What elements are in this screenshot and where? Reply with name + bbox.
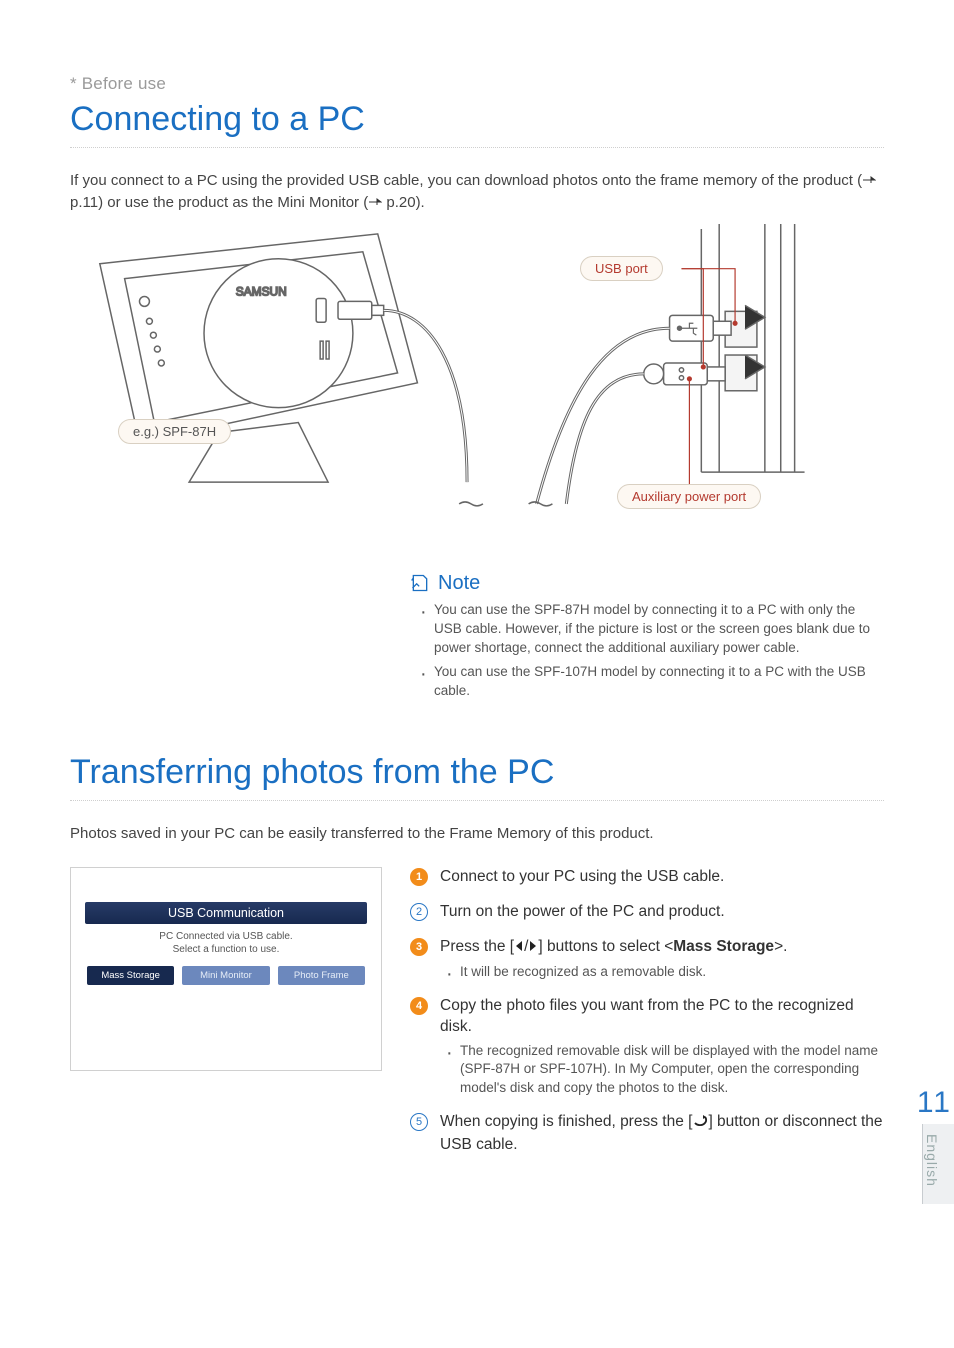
- photo-frame-button[interactable]: Photo Frame: [278, 966, 365, 985]
- mass-storage-button[interactable]: Mass Storage: [87, 966, 174, 985]
- usb-dialog-screenshot: USB Communication PC Connected via USB c…: [70, 867, 382, 1170]
- intro-part-b: p.11) or use the product as the Mini Mon…: [70, 194, 368, 211]
- note-block: Note You can use the SPF-87H model by co…: [410, 572, 884, 701]
- brand-text: SAMSUN: [236, 284, 287, 298]
- diagram-svg: SAMSUN: [70, 224, 884, 562]
- pointer-icon: [862, 170, 876, 192]
- back-return-icon: [692, 1114, 708, 1135]
- step-title: Turn on the power of the PC and product.: [440, 902, 725, 923]
- step-subtext: It will be recognized as a removable dis…: [460, 963, 787, 982]
- step-number: 1: [410, 868, 428, 886]
- step-title: Copy the photo files you want from the P…: [440, 996, 884, 1038]
- manual-page: * Before use Connecting to a PC If you c…: [0, 0, 954, 1348]
- heading-connecting: Connecting to a PC: [70, 100, 884, 139]
- step-number: 5: [410, 1113, 428, 1131]
- connection-diagram: SAMSUN: [70, 224, 884, 564]
- usb-dialog-msg-line: Select a function to use.: [81, 943, 371, 956]
- label-usb-port: USB port: [580, 256, 663, 281]
- mini-monitor-button[interactable]: Mini Monitor: [182, 966, 269, 985]
- step-title: Connect to your PC using the USB cable.: [440, 867, 724, 888]
- usb-dialog-buttons: Mass Storage Mini Monitor Photo Frame: [81, 966, 371, 985]
- step-5: 5 When copying is finished, press the []…: [410, 1112, 884, 1156]
- step-number: 3: [410, 938, 428, 956]
- steps-list: 1 Connect to your PC using the USB cable…: [410, 867, 884, 1170]
- step-subtext: The recognized removable disk will be di…: [460, 1042, 884, 1099]
- divider: [70, 147, 884, 148]
- note-item: You can use the SPF-87H model by connect…: [424, 601, 884, 658]
- step-number: 2: [410, 903, 428, 921]
- intro-text-2: Photos saved in your PC can be easily tr…: [70, 823, 884, 845]
- usb-dialog-message: PC Connected via USB cable. Select a fun…: [81, 930, 371, 956]
- step-1: 1 Connect to your PC using the USB cable…: [410, 867, 884, 888]
- step-text: When copying is finished, press the [: [440, 1113, 692, 1130]
- note-heading: Note: [410, 572, 884, 595]
- step-4: 4 Copy the photo files you want from the…: [410, 996, 884, 1099]
- language-label: English: [924, 1134, 940, 1187]
- step-2: 2 Turn on the power of the PC and produc…: [410, 902, 884, 923]
- step-text: Press the [: [440, 938, 514, 955]
- step-number: 4: [410, 997, 428, 1015]
- right-arrow-icon: [528, 938, 538, 959]
- usb-dialog-frame: USB Communication PC Connected via USB c…: [70, 867, 382, 1071]
- step-text: ] buttons to select <: [538, 938, 673, 955]
- step-title: When copying is finished, press the [] b…: [440, 1112, 884, 1156]
- note-item: You can use the SPF-107H model by connec…: [424, 663, 884, 701]
- intro-part-c: p.20).: [382, 194, 425, 211]
- intro-text-1: If you connect to a PC using the provide…: [70, 170, 884, 214]
- step-text: >.: [774, 938, 787, 955]
- step-3: 3 Press the [/] buttons to select <Mass …: [410, 937, 884, 982]
- usb-dialog-titlebar: USB Communication: [85, 902, 367, 924]
- note-heading-text: Note: [438, 572, 480, 595]
- pretitle-text: Before use: [82, 74, 166, 93]
- heading-transferring: Transferring photos from the PC: [70, 753, 884, 792]
- pretitle-asterisk: *: [70, 74, 77, 93]
- note-list: You can use the SPF-87H model by connect…: [410, 601, 884, 701]
- pointer-icon: [368, 192, 382, 214]
- page-number: 11: [917, 1086, 952, 1120]
- step-title: Press the [/] buttons to select <Mass St…: [440, 937, 787, 959]
- intro-part-a: If you connect to a PC using the provide…: [70, 172, 862, 189]
- page-side-tab: 11 English: [910, 1086, 954, 1206]
- pretitle: * Before use: [70, 74, 884, 94]
- divider: [70, 800, 884, 801]
- label-eg-model: e.g.) SPF-87H: [118, 419, 231, 444]
- note-icon: [410, 573, 430, 593]
- label-aux-port: Auxiliary power port: [617, 484, 761, 509]
- mass-storage-label: Mass Storage: [673, 938, 774, 955]
- left-arrow-icon: [514, 938, 524, 959]
- usb-dialog-msg-line: PC Connected via USB cable.: [81, 930, 371, 943]
